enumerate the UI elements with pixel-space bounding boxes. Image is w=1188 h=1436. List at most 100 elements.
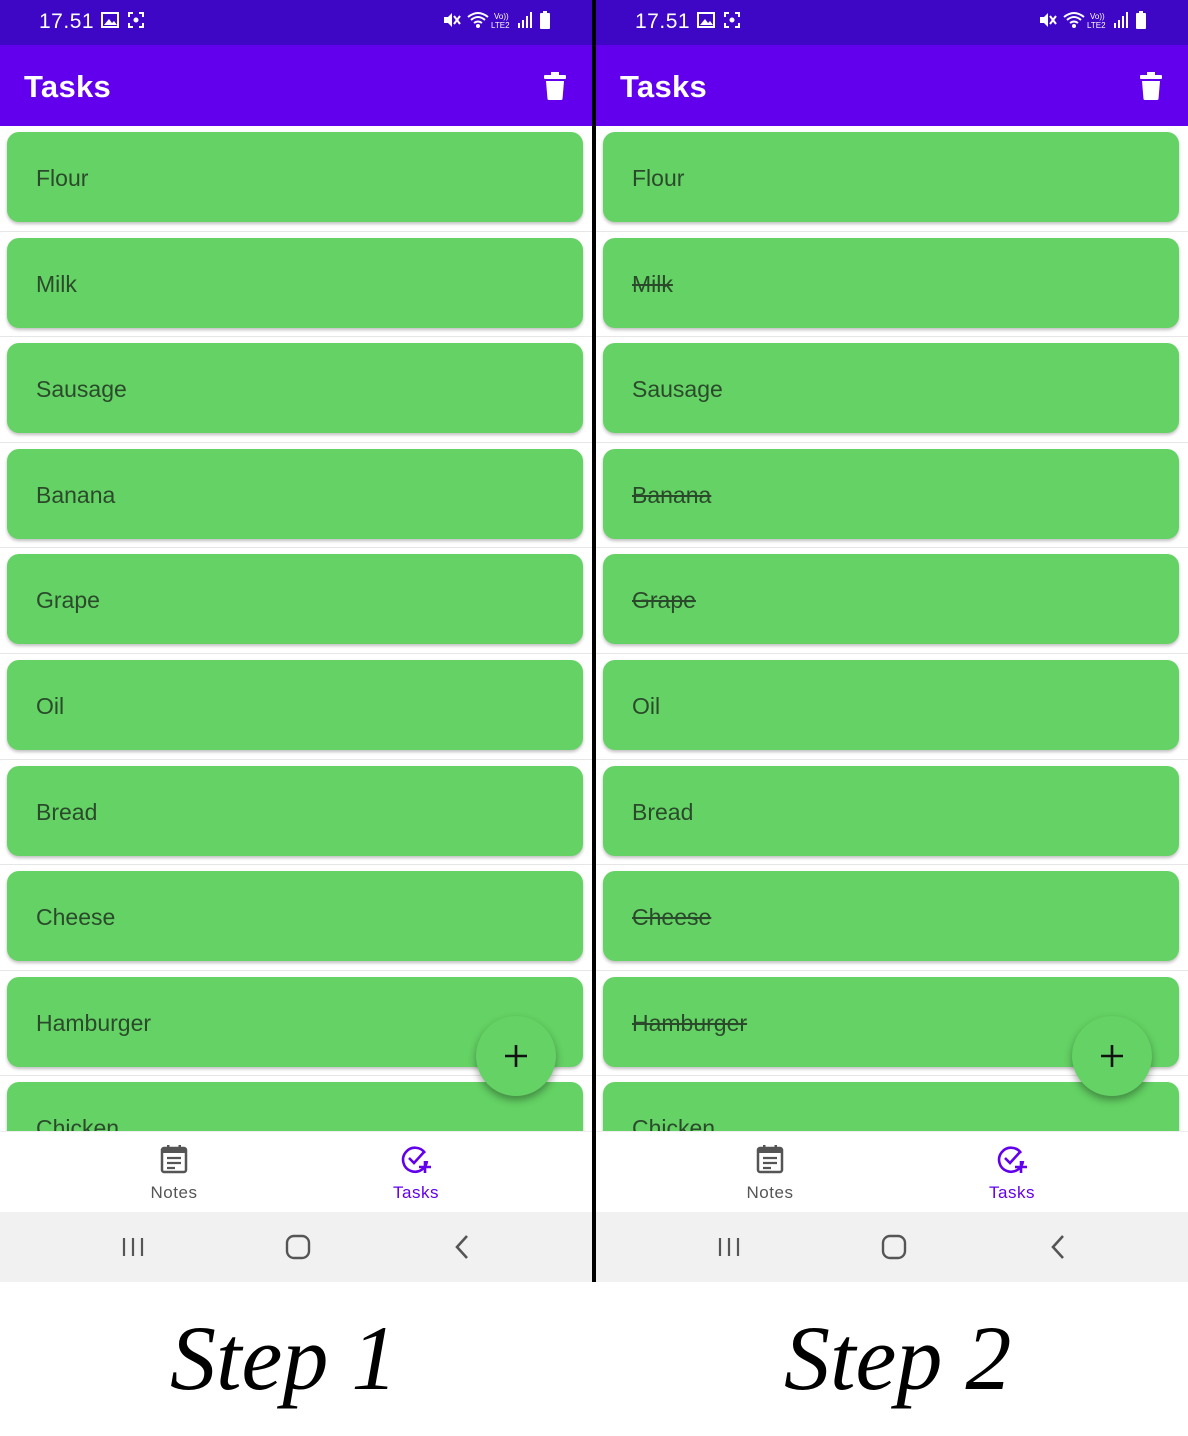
list-item: Flour [596, 126, 1188, 232]
back-icon[interactable] [1044, 1232, 1074, 1262]
nav-item-tasks[interactable]: Tasks [341, 1132, 491, 1213]
bottom-nav: Notes Tasks [596, 1131, 1188, 1212]
task-card[interactable]: Flour [603, 132, 1179, 222]
task-label: Banana [36, 481, 116, 508]
svg-text:Vo)): Vo)) [494, 12, 509, 21]
battery-icon [540, 11, 550, 29]
task-label: Grape [632, 587, 696, 614]
signal-icon [1114, 12, 1128, 28]
gallery-icon [101, 12, 119, 28]
task-card[interactable]: Banana [7, 448, 583, 539]
home-icon[interactable] [879, 1232, 909, 1262]
task-label: Cheese [632, 904, 712, 931]
volte-icon: Vo))LTE2 [1087, 12, 1106, 30]
task-add-icon [401, 1146, 431, 1174]
task-label: Chicken [632, 1115, 716, 1131]
wifi-icon [1063, 12, 1085, 28]
list-item: Cheese [596, 865, 1188, 971]
plus-icon [1101, 1045, 1123, 1067]
task-label: Oil [36, 693, 65, 719]
task-card[interactable]: Milk [603, 237, 1179, 328]
task-card[interactable]: Oil [7, 660, 583, 750]
recents-icon[interactable] [714, 1232, 744, 1262]
trash-icon[interactable] [544, 72, 566, 100]
task-label: Oil [632, 693, 661, 719]
task-card[interactable]: Banana [603, 448, 1179, 539]
recents-icon[interactable] [118, 1232, 148, 1262]
list-item: Grape [0, 548, 592, 654]
volte-icon: Vo))LTE2 [491, 12, 510, 30]
task-label: Flour [36, 165, 89, 191]
phone-screen-step-2: 17.51 Vo)) LTE2 Tasks Flour Milk Sausage … [596, 0, 1188, 1282]
status-time: 17.51 [635, 10, 691, 33]
screen-record-icon [128, 12, 144, 28]
mute-icon [444, 13, 461, 27]
task-list: Flour Milk Sausage Banana Grape Oil Brea… [596, 126, 1188, 1131]
nav-label-tasks: Tasks [393, 1183, 439, 1202]
task-card[interactable]: Cheese [603, 871, 1179, 962]
plus-icon [505, 1045, 527, 1067]
task-card[interactable]: Bread [7, 765, 583, 856]
bottom-nav: Notes Tasks [0, 1131, 592, 1212]
task-label: Bread [36, 798, 98, 825]
status-bar: 17.51 Vo)) LTE2 [596, 0, 1188, 45]
nav-item-notes[interactable]: Notes [695, 1132, 845, 1213]
task-add-icon [997, 1146, 1027, 1174]
task-card[interactable]: Oil [603, 660, 1179, 750]
screen-record-icon [724, 12, 740, 28]
list-item: Bread [0, 760, 592, 866]
battery-icon [1136, 11, 1146, 29]
list-item: Banana [596, 443, 1188, 549]
mute-icon [1040, 13, 1057, 27]
task-label: Cheese [36, 904, 116, 931]
svg-text:LTE2: LTE2 [1087, 21, 1106, 30]
list-item: Milk [0, 232, 592, 338]
list-item: Oil [596, 654, 1188, 760]
svg-text:LTE2: LTE2 [491, 21, 510, 30]
add-task-button[interactable] [1072, 1016, 1152, 1096]
task-label: Banana [632, 481, 712, 508]
task-card[interactable]: Bread [603, 765, 1179, 856]
list-item: Sausage [0, 337, 592, 443]
task-label: Sausage [36, 376, 127, 403]
system-nav-bar [596, 1212, 1188, 1282]
back-icon[interactable] [448, 1232, 478, 1262]
task-label: Grape [36, 587, 100, 614]
list-item: Cheese [0, 865, 592, 971]
task-card[interactable]: Sausage [603, 343, 1179, 434]
app-bar: Tasks [0, 45, 592, 126]
list-item: Sausage [596, 337, 1188, 443]
task-card[interactable]: Flour [7, 132, 583, 222]
home-icon[interactable] [283, 1232, 313, 1262]
notes-icon [756, 1145, 784, 1174]
svg-text:Vo)): Vo)) [1090, 12, 1105, 21]
list-item: Oil [0, 654, 592, 760]
list-item: Flour [0, 126, 592, 232]
list-item: Banana [0, 443, 592, 549]
page-title: Tasks [620, 69, 708, 104]
nav-label-tasks: Tasks [989, 1183, 1035, 1202]
task-label: Milk [36, 270, 77, 297]
task-card[interactable]: Sausage [7, 343, 583, 434]
step-caption: Step 1 [170, 1307, 398, 1409]
task-card[interactable]: Milk [7, 237, 583, 328]
add-task-button[interactable] [476, 1016, 556, 1096]
step-caption: Step 2 [784, 1307, 1012, 1409]
task-label: Hamburger [36, 1009, 152, 1036]
task-label: Milk [632, 270, 673, 297]
task-list: Flour Milk Sausage Banana Grape Oil Brea… [0, 126, 592, 1131]
trash-icon[interactable] [1140, 72, 1162, 100]
wifi-icon [467, 12, 489, 28]
task-card[interactable]: Cheese [7, 871, 583, 962]
task-label: Flour [632, 165, 685, 191]
status-time: 17.51 [39, 10, 95, 33]
signal-icon [518, 12, 532, 28]
task-card[interactable]: Grape [7, 554, 583, 645]
task-label: Bread [632, 798, 694, 825]
nav-item-tasks[interactable]: Tasks [937, 1132, 1087, 1213]
nav-item-notes[interactable]: Notes [99, 1132, 249, 1213]
task-card[interactable]: Grape [603, 554, 1179, 645]
task-label: Chicken [36, 1115, 120, 1131]
gallery-icon [697, 12, 715, 28]
notes-icon [160, 1145, 188, 1174]
